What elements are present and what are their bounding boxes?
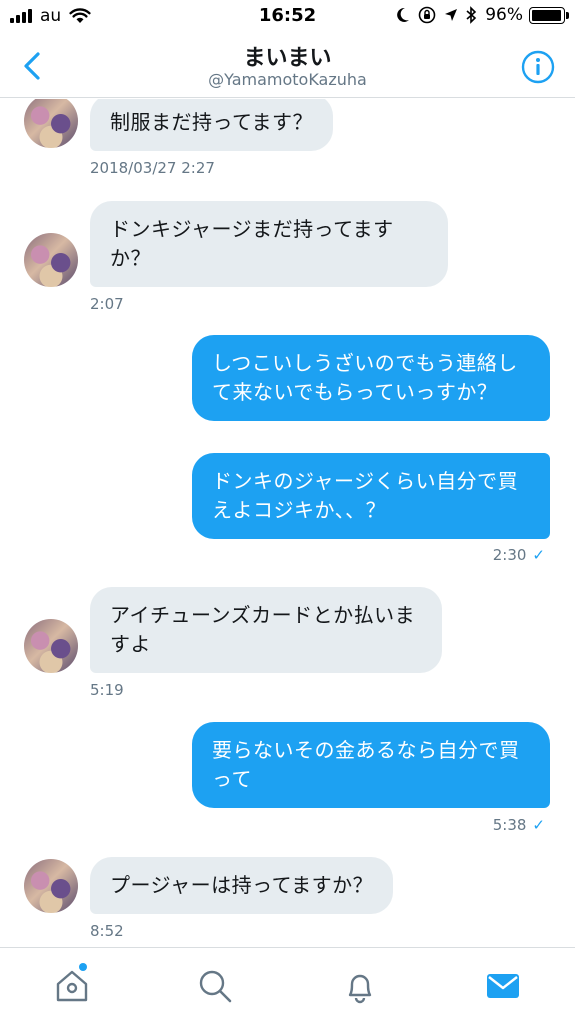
message-list[interactable]: 制服まだ持ってます？ 2018/03/27 2:27 ドンキジャージまだ持ってま… [0,99,575,945]
avatar[interactable] [24,233,78,287]
read-check-icon: ✓ [532,546,545,564]
message-bubble-incoming[interactable]: プージャーは持ってますか？ [90,857,394,914]
status-right: 96% [388,5,569,25]
notification-dot [79,963,87,971]
message-time: 2:30 [492,546,527,564]
search-icon[interactable] [197,968,233,1004]
message-timestamp: 5:38 ✓ [493,816,545,834]
message-bubble-outgoing[interactable]: 要らないその金あるなら自分で買って [192,722,550,808]
message-timestamp: 8:52 [90,922,124,940]
bluetooth-icon [466,6,477,24]
info-icon[interactable] [521,50,555,84]
location-icon [445,9,458,21]
battery-level [532,9,561,21]
avatar[interactable] [24,619,78,673]
message-time: 5:38 [492,816,527,834]
status-bar: au 16:52 96% [0,0,575,34]
message-timestamp: 2018/03/27 2:27 [90,159,215,177]
home-icon[interactable] [54,968,90,1004]
envelope-icon[interactable] [485,968,521,1004]
moon-icon [397,7,410,22]
avatar[interactable] [24,859,78,913]
message-bubble-incoming[interactable]: アイチューンズカードとか払いますよ [90,587,442,673]
battery-icon [529,6,569,24]
battery-percent: 96% [485,5,523,25]
message-bubble-outgoing[interactable]: ドンキのジャージくらい自分で買えよコジキか、、？ [192,453,550,539]
orientation-lock-icon [418,6,436,24]
message-bubble-incoming[interactable]: 制服まだ持ってます？ [90,99,333,151]
read-check-icon: ✓ [532,816,545,834]
conversation-header: まいまい @YamamotoKazuha [0,34,575,98]
conversation-title[interactable]: まいまい [0,40,575,72]
message-bubble-incoming[interactable]: ドンキジャージまだ持ってますか？ [90,201,448,287]
message-bubble-outgoing[interactable]: しつこいしうざいのでもう連絡して来ないでもらっていっすか？ [192,335,550,421]
message-timestamp: 2:30 ✓ [493,546,545,564]
tab-bar [0,947,575,1024]
message-timestamp: 2:07 [90,295,124,313]
bell-icon[interactable] [342,968,378,1004]
conversation-handle: @YamamotoKazuha [208,70,367,89]
message-timestamp: 5:19 [90,681,124,699]
avatar[interactable] [24,99,78,148]
